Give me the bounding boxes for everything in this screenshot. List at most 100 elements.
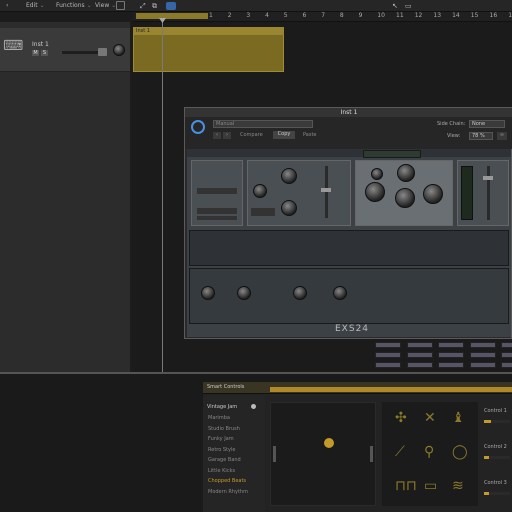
playhead[interactable] bbox=[162, 18, 163, 372]
mod-slot[interactable] bbox=[406, 352, 433, 358]
mod-slot[interactable] bbox=[469, 352, 496, 358]
mod-slot[interactable] bbox=[501, 362, 512, 368]
ruler-mark: 9 bbox=[358, 12, 363, 19]
tune-field[interactable] bbox=[197, 216, 237, 220]
preset-list-item[interactable]: Garage Band bbox=[208, 457, 241, 463]
mod-slot[interactable] bbox=[469, 342, 496, 348]
pitch-field[interactable] bbox=[197, 188, 237, 194]
region-header[interactable] bbox=[133, 27, 284, 35]
mod-knob-5[interactable] bbox=[423, 184, 443, 204]
cycle-range[interactable] bbox=[136, 13, 208, 19]
mod-slot[interactable] bbox=[438, 362, 464, 368]
preset-list-item[interactable]: Funky Jam bbox=[208, 436, 234, 442]
xy-puck[interactable] bbox=[324, 438, 334, 448]
compare-button[interactable]: Compare bbox=[240, 132, 263, 138]
lfo1-rate-knob[interactable] bbox=[201, 286, 215, 300]
preset-list-item[interactable]: Retro Style bbox=[208, 447, 235, 453]
menu-functions[interactable]: Functions ⌄ bbox=[56, 2, 92, 9]
mod-slot[interactable] bbox=[406, 362, 433, 368]
mod-knob-2[interactable] bbox=[397, 164, 415, 182]
sticks-icon[interactable]: ✕ bbox=[424, 410, 436, 426]
menu-view[interactable]: View ⌄ bbox=[95, 2, 116, 9]
toms-icon[interactable]: ≋ bbox=[452, 478, 464, 494]
copy-button[interactable]: Copy bbox=[273, 131, 295, 139]
cursor-icon[interactable]: ↖ bbox=[392, 2, 398, 10]
drive-knob[interactable] bbox=[253, 184, 267, 198]
snap-icon[interactable]: ⧉ bbox=[152, 2, 157, 11]
track-header-area bbox=[0, 22, 130, 372]
preset-list-item[interactable]: Modern Rhythm bbox=[208, 489, 248, 495]
xy-right-handle bbox=[370, 446, 373, 462]
link-icon[interactable]: ∞ bbox=[497, 132, 507, 140]
pan-knob[interactable] bbox=[113, 44, 125, 56]
mod-slot[interactable] bbox=[438, 352, 464, 358]
view-menu[interactable]: 78 % bbox=[469, 132, 493, 140]
power-button-icon[interactable] bbox=[191, 120, 205, 134]
preset-list-item[interactable]: Chopped Beats bbox=[208, 478, 246, 484]
paste-button[interactable]: Paste bbox=[303, 132, 317, 138]
track-name[interactable]: Inst 1 bbox=[32, 41, 49, 48]
maraca-icon[interactable]: ⚲ bbox=[424, 444, 434, 460]
glide-field[interactable] bbox=[197, 208, 237, 214]
preset-list-item[interactable]: Little Kicks bbox=[208, 468, 235, 474]
back-arrow-icon[interactable]: ‹ bbox=[6, 2, 8, 9]
side-chain-menu[interactable]: None bbox=[469, 120, 505, 128]
mod-slot[interactable] bbox=[375, 362, 401, 368]
xy-left-handle bbox=[273, 446, 276, 462]
control-label: Control 3 bbox=[484, 480, 507, 486]
tambourine-icon[interactable]: ◯ bbox=[452, 444, 468, 460]
lfo3-rate-knob[interactable] bbox=[333, 286, 347, 300]
mod-slot[interactable] bbox=[375, 352, 401, 358]
prev-preset-icon[interactable]: ‹ bbox=[213, 132, 221, 139]
midi-icon[interactable] bbox=[166, 2, 176, 10]
volume-fader[interactable] bbox=[483, 176, 493, 180]
mod-knob-1[interactable] bbox=[371, 168, 383, 180]
snare-icon[interactable]: ▭ bbox=[424, 478, 437, 494]
filter-fader[interactable] bbox=[321, 188, 331, 192]
preset-list-item[interactable]: Studio Brush bbox=[208, 426, 240, 432]
volume-handle[interactable] bbox=[98, 48, 107, 56]
next-preset-icon[interactable]: › bbox=[223, 132, 231, 139]
control-slider-fill bbox=[484, 492, 490, 495]
cutoff-knob[interactable] bbox=[281, 168, 297, 184]
keyboard-icon: ⌨ bbox=[3, 38, 24, 54]
mod-slot[interactable] bbox=[375, 342, 401, 348]
mute-button[interactable]: M bbox=[32, 50, 39, 56]
mod-slot[interactable] bbox=[469, 362, 496, 368]
filter-mode-field[interactable] bbox=[251, 208, 275, 216]
shaker-icon[interactable]: ⟋ bbox=[395, 444, 405, 460]
resonance-knob[interactable] bbox=[281, 200, 297, 216]
ruler-mark: 7 bbox=[321, 12, 326, 19]
ruler-mark: 14 bbox=[452, 12, 460, 19]
ruler-mark: 8 bbox=[339, 12, 344, 19]
filter-fader-track bbox=[325, 166, 328, 218]
lfo1-wave-knob[interactable] bbox=[237, 286, 251, 300]
kick-icon[interactable]: ⊓⊓ bbox=[395, 478, 417, 494]
mod-knob-3[interactable] bbox=[365, 182, 385, 202]
drummer-region-bar[interactable] bbox=[270, 387, 512, 392]
menu-edit[interactable]: Edit ⌄ bbox=[26, 2, 45, 9]
ruler-mark: 13 bbox=[433, 12, 442, 19]
level-meter bbox=[461, 166, 473, 220]
lfo2-rate-knob[interactable] bbox=[293, 286, 307, 300]
mod-knob-4[interactable] bbox=[395, 188, 415, 208]
ruler-mark: 6 bbox=[302, 12, 307, 19]
plugin-window: Inst 1 Manual ‹ › Compare Copy Paste Sid… bbox=[184, 107, 512, 368]
xy-pad[interactable] bbox=[270, 402, 376, 506]
hihat-icon[interactable]: ✣ bbox=[395, 410, 407, 426]
catch-icon[interactable]: ⤢ bbox=[140, 2, 146, 11]
mod-slot[interactable] bbox=[501, 352, 512, 358]
mod-slot[interactable] bbox=[438, 342, 464, 348]
add-track-icon[interactable] bbox=[116, 1, 125, 10]
instrument-display[interactable] bbox=[363, 150, 421, 158]
region-icon[interactable]: ▭ bbox=[405, 2, 412, 10]
solo-button[interactable]: S bbox=[41, 50, 48, 56]
side-chain-label: Side Chain: bbox=[437, 121, 466, 127]
volume-slider[interactable] bbox=[62, 51, 98, 54]
mod-slot[interactable] bbox=[406, 342, 433, 348]
control-slider-fill bbox=[484, 420, 491, 423]
preset-list-item[interactable]: Marimba bbox=[208, 415, 230, 421]
mod-slot[interactable] bbox=[501, 342, 512, 348]
preset-menu[interactable]: Manual bbox=[213, 120, 313, 128]
cowbell-icon[interactable]: ♝ bbox=[452, 410, 465, 426]
